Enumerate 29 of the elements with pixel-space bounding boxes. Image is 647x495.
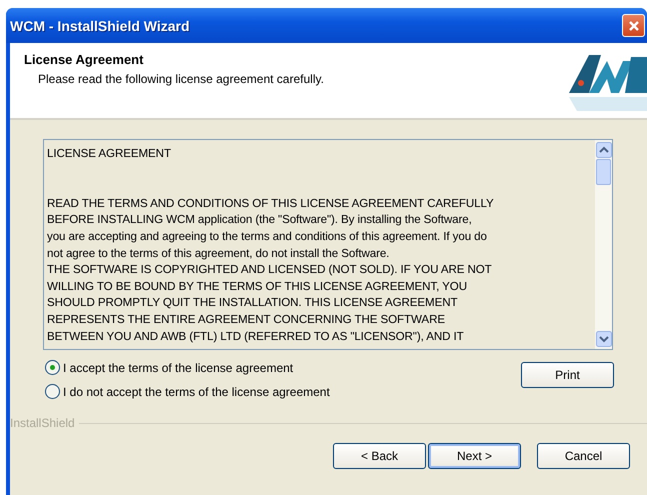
radio-option[interactable]: I accept the terms of the license agreement — [45, 360, 330, 375]
license-text-line: WILLING TO BE BOUND BY THE TERMS OF THIS LICENSE AGREEMENT, YOU — [47, 278, 468, 295]
close-button[interactable] — [622, 14, 645, 37]
close-icon — [628, 20, 640, 32]
cancel-button[interactable]: Cancel — [537, 443, 630, 469]
license-text-box[interactable] — [43, 139, 613, 350]
license-text-line: BETWEEN YOU AND AWB (FTL) LTD (REFERRED TO AS "LICENSOR"), AND IT — [47, 328, 465, 345]
license-text-line: THE SOFTWARE IS COPYRIGHTED AND LICENSED (NOT SOLD). IF YOU ARE NOT — [47, 262, 493, 278]
back-button[interactable]: < Back — [333, 443, 426, 469]
license-text-line: not agree to the terms of this agreement, do not install the Software. — [47, 246, 390, 262]
radio-button[interactable] — [45, 384, 60, 399]
license-heading: LICENSE AGREEMENT — [47, 146, 172, 162]
license-text-line: BEFORE INSTALLING WCM application (the "Software"). By installing the Software, — [47, 212, 473, 228]
print-button[interactable]: Print — [521, 362, 614, 388]
page-title: License Agreement — [24, 52, 144, 67]
license-text-line: SHOULD PROMPTLY QUIT THE INSTALLATION. THIS LICENSE AGREEMENT — [47, 295, 459, 312]
next-button[interactable]: Next > — [428, 443, 521, 469]
scroll-down-icon[interactable] — [596, 331, 612, 347]
scroll-bar[interactable] — [595, 140, 612, 349]
installshield-label: InstallShield — [10, 416, 75, 430]
radio-option[interactable]: I do not accept the terms of the license agreement — [45, 384, 330, 399]
license-text-line: READ THE TERMS AND CONDITIONS OF THIS LICENSE AGREEMENT CAREFULLY — [47, 196, 495, 212]
radio-button[interactable] — [45, 360, 60, 375]
license-text-line: you are accepting and agreeing to the terms and conditions of this agreement. If you do — [47, 228, 488, 245]
scroll-thumb[interactable] — [596, 159, 611, 185]
license-text-line: REPRESENTS THE ENTIRE AGREEMENT CONCERNING THE SOFTWARE — [47, 312, 446, 328]
scroll-up-icon[interactable] — [596, 142, 612, 158]
window-title: WCM - InstallShield Wizard — [10, 18, 190, 34]
page-subtitle: Please read the following license agreement carefully. — [37, 72, 324, 86]
